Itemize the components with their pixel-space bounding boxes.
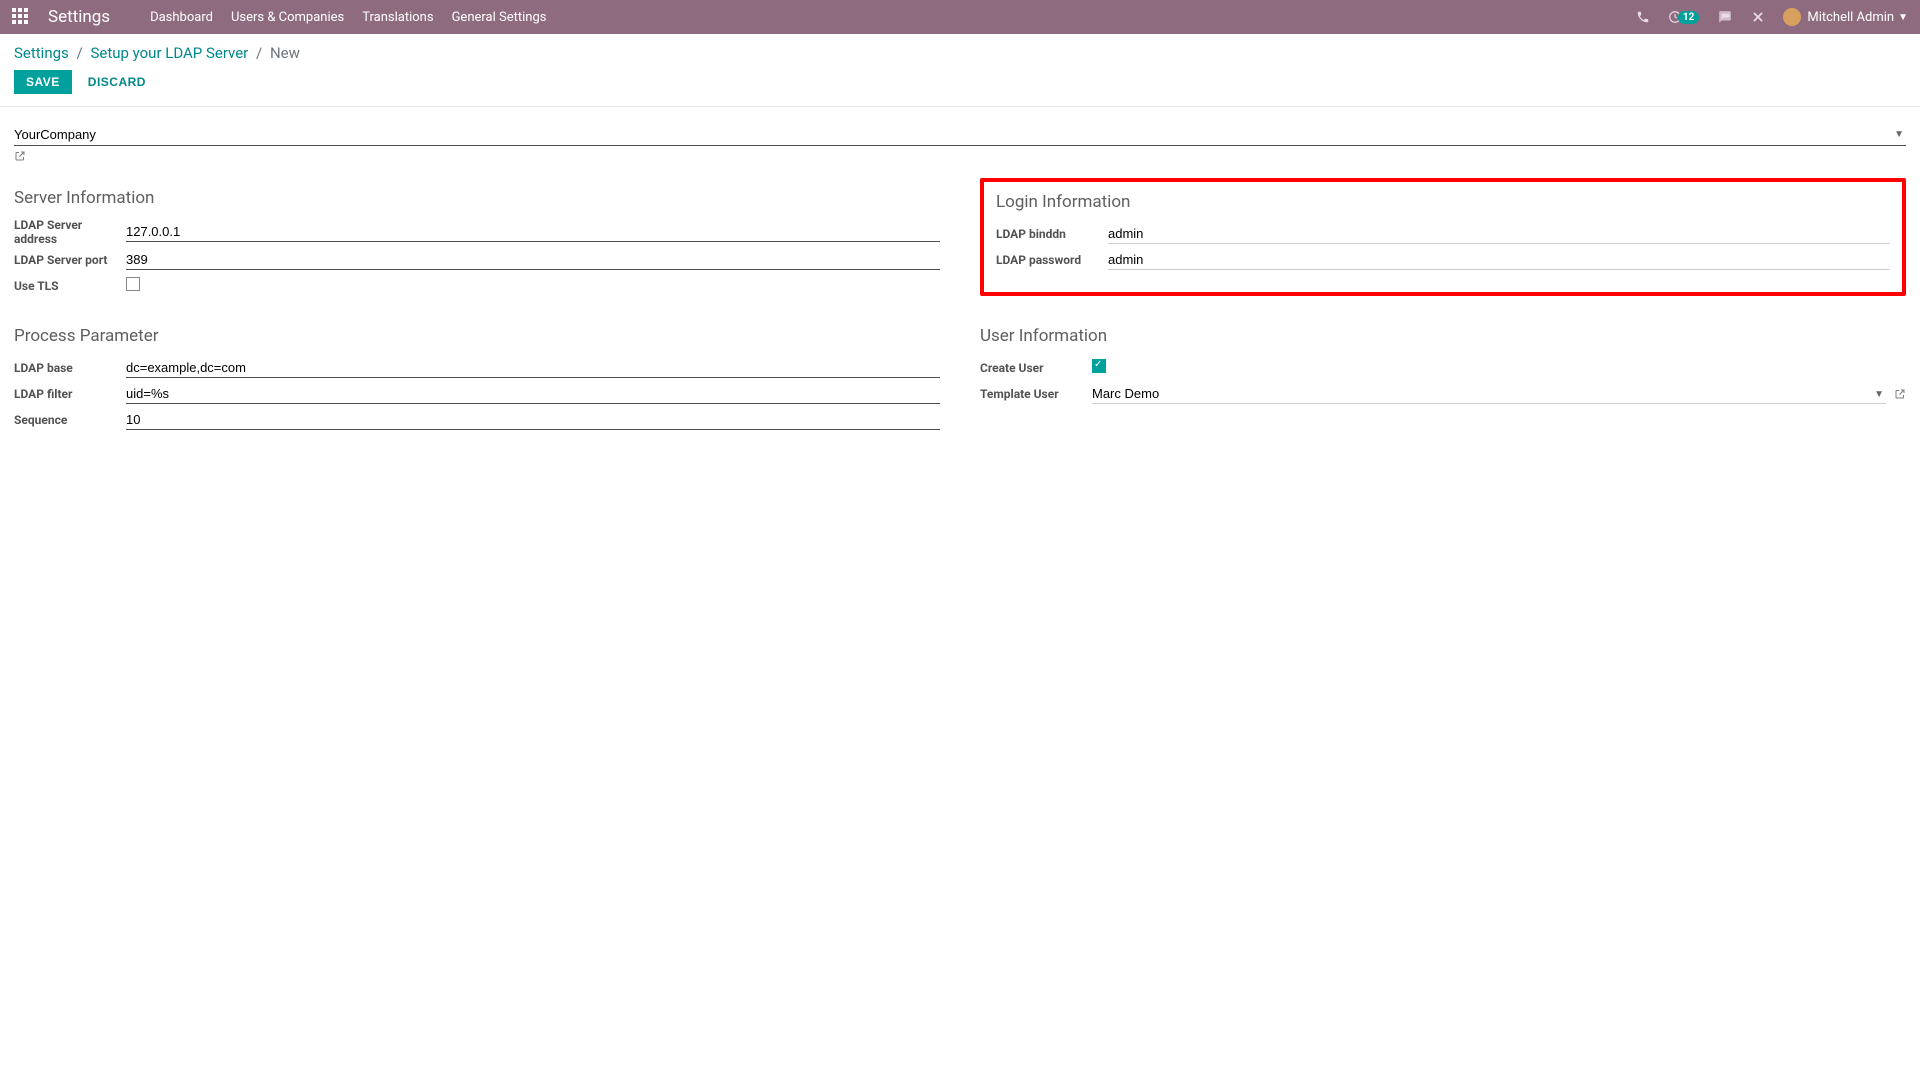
topbar: Settings Dashboard Users & Companies Tra… [0, 0, 1920, 34]
nav-dashboard[interactable]: Dashboard [150, 10, 213, 25]
field-label-ldap-port: LDAP Server port [14, 253, 126, 267]
user-information-group: User Information Create User Template Us… [980, 326, 1906, 434]
nav-general-settings[interactable]: General Settings [452, 10, 547, 25]
breadcrumb-current: New [270, 44, 300, 62]
group-title: Server Information [14, 188, 940, 208]
field-label-sequence: Sequence [14, 413, 126, 427]
breadcrumb: Settings / Setup your LDAP Server / New [14, 44, 1906, 62]
user-menu[interactable]: Mitchell Admin ▼ [1783, 8, 1908, 26]
create-user-checkbox[interactable] [1092, 359, 1106, 373]
breadcrumb-mid[interactable]: Setup your LDAP Server [90, 44, 248, 62]
ldap-password-input[interactable] [1108, 251, 1890, 270]
breadcrumb-root[interactable]: Settings [14, 44, 69, 62]
field-label-ldap-binddn: LDAP binddn [996, 227, 1108, 241]
chevron-down-icon: ▼ [1898, 12, 1908, 23]
topbar-right: 12 Mitchell Admin ▼ [1636, 8, 1908, 26]
discard-button[interactable]: DISCARD [80, 70, 154, 94]
highlight-annotation: Login Information LDAP binddn LDAP passw… [980, 178, 1906, 296]
external-link-icon[interactable] [1894, 388, 1906, 400]
nav-translations[interactable]: Translations [362, 10, 433, 25]
nav-links: Dashboard Users & Companies Translations… [150, 10, 546, 25]
sequence-input[interactable] [126, 411, 940, 430]
activity-badge: 12 [1678, 11, 1699, 24]
form-sheet: ▼ Server Information LDAP Server address… [0, 107, 1920, 452]
login-information-group: Login Information LDAP binddn LDAP passw… [980, 188, 1906, 300]
process-parameter-group: Process Parameter LDAP base LDAP filter … [14, 326, 940, 434]
avatar [1783, 8, 1801, 26]
template-user-input[interactable] [1092, 385, 1886, 404]
user-name: Mitchell Admin [1807, 10, 1894, 25]
ldap-server-port-input[interactable] [126, 251, 940, 270]
field-label-ldap-password: LDAP password [996, 253, 1108, 267]
group-title: Login Information [996, 192, 1890, 212]
company-field: ▼ [14, 125, 1906, 146]
nav-users-companies[interactable]: Users & Companies [231, 10, 344, 25]
field-label-ldap-address: LDAP Server address [14, 218, 126, 246]
phone-icon[interactable] [1636, 10, 1650, 24]
app-title: Settings [48, 7, 110, 27]
ldap-filter-input[interactable] [126, 385, 940, 404]
close-icon[interactable] [1751, 10, 1765, 24]
activity-icon[interactable]: 12 [1668, 10, 1699, 24]
external-link-icon[interactable] [14, 150, 26, 162]
company-input[interactable] [14, 125, 1906, 146]
field-label-template-user: Template User [980, 387, 1092, 401]
field-label-ldap-base: LDAP base [14, 361, 126, 375]
field-label-use-tls: Use TLS [14, 279, 126, 293]
field-label-create-user: Create User [980, 361, 1092, 375]
ldap-base-input[interactable] [126, 359, 940, 378]
save-button[interactable]: SAVE [14, 70, 72, 94]
control-panel: Settings / Setup your LDAP Server / New … [0, 34, 1920, 107]
use-tls-checkbox[interactable] [126, 277, 140, 291]
ldap-server-address-input[interactable] [126, 223, 940, 242]
field-label-ldap-filter: LDAP filter [14, 387, 126, 401]
group-title: User Information [980, 326, 1906, 346]
group-title: Process Parameter [14, 326, 940, 346]
messages-icon[interactable] [1717, 10, 1733, 24]
apps-icon[interactable] [12, 8, 30, 26]
server-information-group: Server Information LDAP Server address L… [14, 188, 940, 300]
ldap-binddn-input[interactable] [1108, 225, 1890, 244]
chevron-down-icon: ▼ [1874, 389, 1884, 400]
